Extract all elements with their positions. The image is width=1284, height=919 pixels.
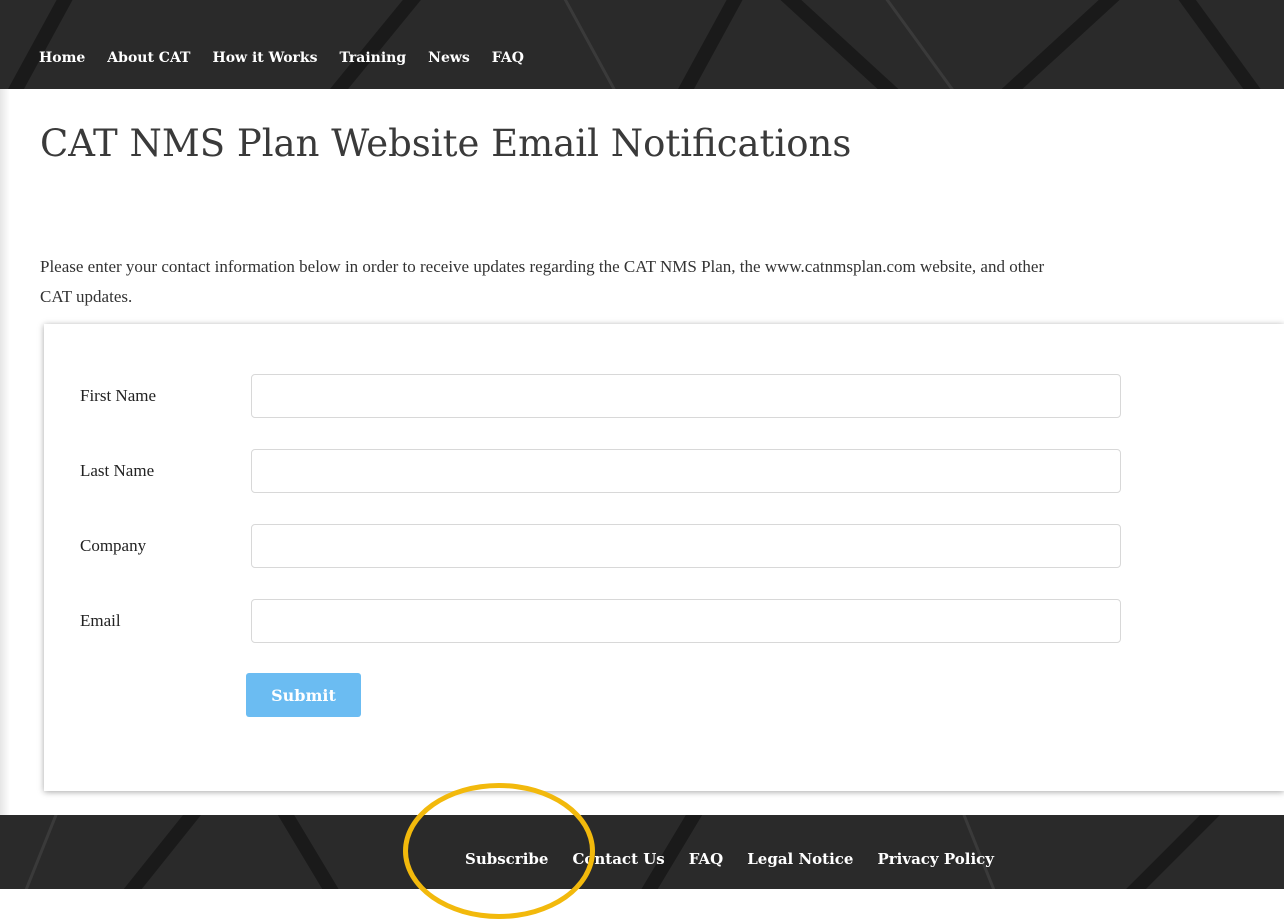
- footer-link-contact-us[interactable]: Contact Us: [572, 849, 664, 869]
- footer-navigation: Subscribe Contact Us FAQ Legal Notice Pr…: [465, 849, 1018, 869]
- last-name-label: Last Name: [80, 461, 155, 480]
- email-row: Email: [44, 599, 1284, 643]
- company-input[interactable]: [251, 524, 1121, 568]
- subscription-form-card: First Name Last Name Company Email Submi…: [44, 324, 1284, 791]
- last-name-input[interactable]: [251, 449, 1121, 493]
- header-bar: Home About CAT How it Works Training New…: [0, 0, 1284, 89]
- company-label: Company: [80, 536, 147, 555]
- top-navigation: Home About CAT How it Works Training New…: [39, 48, 546, 68]
- footer-bar: Subscribe Contact Us FAQ Legal Notice Pr…: [0, 815, 1284, 889]
- first-name-row: First Name: [44, 374, 1284, 418]
- email-input[interactable]: [251, 599, 1121, 643]
- nav-about-cat[interactable]: About CAT: [107, 48, 190, 68]
- submit-button[interactable]: Submit: [246, 673, 361, 717]
- nav-how-it-works[interactable]: How it Works: [212, 48, 317, 68]
- nav-home[interactable]: Home: [39, 48, 85, 68]
- last-name-row: Last Name: [44, 449, 1284, 493]
- footer-link-subscribe[interactable]: Subscribe: [465, 849, 548, 869]
- first-name-input[interactable]: [251, 374, 1121, 418]
- email-label: Email: [80, 611, 121, 630]
- page-title: CAT NMS Plan Website Email Notifications: [40, 122, 852, 165]
- footer-link-legal-notice[interactable]: Legal Notice: [747, 849, 853, 869]
- header-background-pattern: [8, 0, 1261, 89]
- intro-text: Please enter your contact information be…: [40, 257, 1045, 306]
- footer-link-faq[interactable]: FAQ: [689, 849, 723, 869]
- nav-news[interactable]: News: [428, 48, 470, 68]
- footer-link-privacy-policy[interactable]: Privacy Policy: [877, 849, 994, 869]
- nav-faq[interactable]: FAQ: [492, 48, 524, 68]
- left-edge-shadow: [0, 89, 10, 815]
- nav-training[interactable]: Training: [340, 48, 407, 68]
- company-row: Company: [44, 524, 1284, 568]
- first-name-label: First Name: [80, 386, 157, 405]
